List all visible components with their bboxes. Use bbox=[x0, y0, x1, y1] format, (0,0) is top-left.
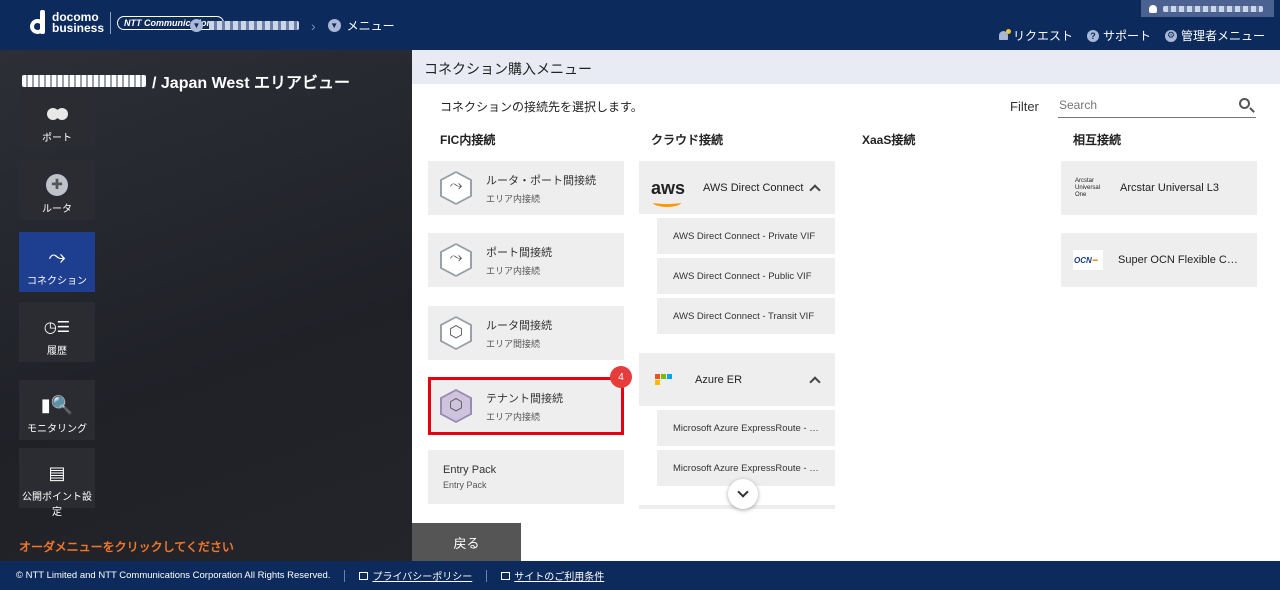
user-icon bbox=[1149, 4, 1157, 13]
support-link[interactable]: ? サポート bbox=[1086, 27, 1151, 44]
area-view-panel: / Japan West エリアビュー ポート ルータ ⤳ コネクション ◷☰ … bbox=[0, 50, 412, 561]
ocn-logo: OCN ▬ bbox=[1073, 250, 1103, 270]
connection-purchase-menu: コネクション購入メニュー コネクションの接続先を選択します。 Filter FI… bbox=[412, 50, 1280, 561]
history-icon: ◷☰ bbox=[43, 319, 71, 336]
aws-private-vif[interactable]: AWS Direct Connect - Private VIF bbox=[657, 218, 835, 254]
card-port-connection[interactable]: ⤳ ポート間接続 エリア内接続 bbox=[428, 233, 624, 287]
page-title: コネクション購入メニュー bbox=[412, 50, 1280, 84]
back-button[interactable]: 戻る bbox=[412, 523, 521, 561]
breadcrumb: ▼ › ▼ メニュー bbox=[190, 17, 395, 34]
search-input[interactable] bbox=[1058, 94, 1230, 116]
chevron-down-icon[interactable]: ▼ bbox=[327, 19, 341, 32]
instruction-text: コネクションの接続先を選択します。 bbox=[440, 100, 643, 114]
chevron-up-icon[interactable] bbox=[809, 375, 821, 388]
column-title-fic: FIC内接続 bbox=[440, 133, 496, 147]
order-hint: オーダメニューをクリックしてください bbox=[19, 540, 234, 554]
monitoring-icon: ▮🔍 bbox=[40, 394, 74, 415]
chevron-down-icon bbox=[737, 486, 749, 498]
monitor-icon: ▤ bbox=[48, 462, 66, 483]
connection-hex-icon: ⤳ bbox=[440, 171, 472, 205]
chevron-right-icon: › bbox=[311, 17, 316, 34]
connection-icon: ⤳ bbox=[48, 244, 66, 269]
card-super-ocn-flexible-connect[interactable]: OCN▬ Super OCN Flexible Connect bbox=[1061, 233, 1257, 287]
cloud-azure-er[interactable]: Azure ER bbox=[639, 353, 835, 406]
docomo-d-icon bbox=[30, 10, 48, 36]
filter-label: Filter bbox=[1010, 99, 1039, 114]
terms-of-use-link[interactable]: サイトのご利用条件 bbox=[501, 568, 604, 583]
user-name-blurred bbox=[1163, 5, 1263, 12]
external-link-icon bbox=[501, 571, 511, 580]
side-item-monitoring[interactable]: ▮🔍 モニタリング bbox=[19, 380, 95, 440]
help-icon: ? bbox=[1086, 29, 1099, 42]
footer: © NTT Limited and NTT Communications Cor… bbox=[0, 561, 1280, 590]
side-item-router[interactable]: ルータ bbox=[19, 160, 95, 220]
card-entry-pack[interactable]: Entry Pack Entry Pack bbox=[428, 450, 624, 504]
azure-private-peering[interactable]: Microsoft Azure ExpressRoute - Private P… bbox=[657, 410, 835, 446]
side-item-connection[interactable]: ⤳ コネクション bbox=[19, 232, 95, 292]
tenant-name-blurred bbox=[22, 75, 146, 87]
header-nav: リクエスト ? サポート ⚙ 管理者メニュー bbox=[998, 27, 1265, 44]
logo-line2: business bbox=[52, 21, 105, 35]
card-arcstar-universal-l3[interactable]: Arcstar Universal One Arcstar Universal … bbox=[1061, 161, 1257, 215]
card-router-port-connection[interactable]: ⤳ ルータ・ポート間接続 エリア内接続 bbox=[428, 161, 624, 215]
router-link-icon: ⬡ bbox=[440, 316, 472, 350]
connection-hex-icon: ⤳ bbox=[440, 243, 472, 277]
router-icon bbox=[46, 174, 68, 196]
side-item-history[interactable]: ◷☰ 履歴 bbox=[19, 302, 95, 362]
column-title-mutual: 相互接続 bbox=[1073, 133, 1122, 147]
privacy-policy-link[interactable]: プライバシーポリシー bbox=[359, 568, 472, 583]
scroll-down-button[interactable] bbox=[728, 479, 758, 509]
copyright: © NTT Limited and NTT Communications Cor… bbox=[16, 570, 331, 581]
side-item-port[interactable]: ポート bbox=[19, 89, 95, 149]
external-link-icon bbox=[359, 571, 369, 580]
chevron-up-icon[interactable] bbox=[809, 183, 821, 196]
tenant-connection-highlight bbox=[428, 377, 624, 435]
search-icon[interactable] bbox=[1239, 98, 1250, 109]
admin-menu-link[interactable]: ⚙ 管理者メニュー bbox=[1164, 27, 1265, 44]
step-badge: 4 bbox=[610, 366, 632, 388]
microsoft-azure-logo bbox=[655, 374, 677, 385]
user-account[interactable] bbox=[1141, 0, 1274, 17]
request-link[interactable]: リクエスト bbox=[998, 27, 1073, 44]
aws-transit-vif[interactable]: AWS Direct Connect - Transit VIF bbox=[657, 298, 835, 334]
search-box bbox=[1058, 94, 1256, 118]
cloud-aws-direct-connect[interactable]: aws AWS Direct Connect bbox=[639, 161, 835, 214]
gear-icon: ⚙ bbox=[1164, 29, 1177, 42]
card-router-connection[interactable]: ⬡ ルータ間接続 エリア間接続 bbox=[428, 306, 624, 360]
column-title-xaas: XaaS接続 bbox=[862, 133, 916, 147]
column-title-cloud: クラウド接続 bbox=[651, 133, 724, 147]
menu-crumb[interactable]: メニュー bbox=[347, 17, 395, 34]
chevron-down-icon[interactable]: ▼ bbox=[190, 19, 203, 32]
arcstar-logo: Arcstar Universal One bbox=[1075, 177, 1101, 198]
side-item-public-point[interactable]: ▤ 公開ポイント設定 bbox=[19, 448, 95, 518]
port-icon bbox=[47, 108, 68, 120]
app-header: docomo business NTT Communications ▼ › ▼… bbox=[0, 0, 1280, 50]
tenant-name-blurred[interactable] bbox=[209, 21, 299, 30]
aws-public-vif[interactable]: AWS Direct Connect - Public VIF bbox=[657, 258, 835, 294]
bell-icon bbox=[998, 28, 1011, 42]
aws-logo: aws bbox=[651, 177, 686, 207]
